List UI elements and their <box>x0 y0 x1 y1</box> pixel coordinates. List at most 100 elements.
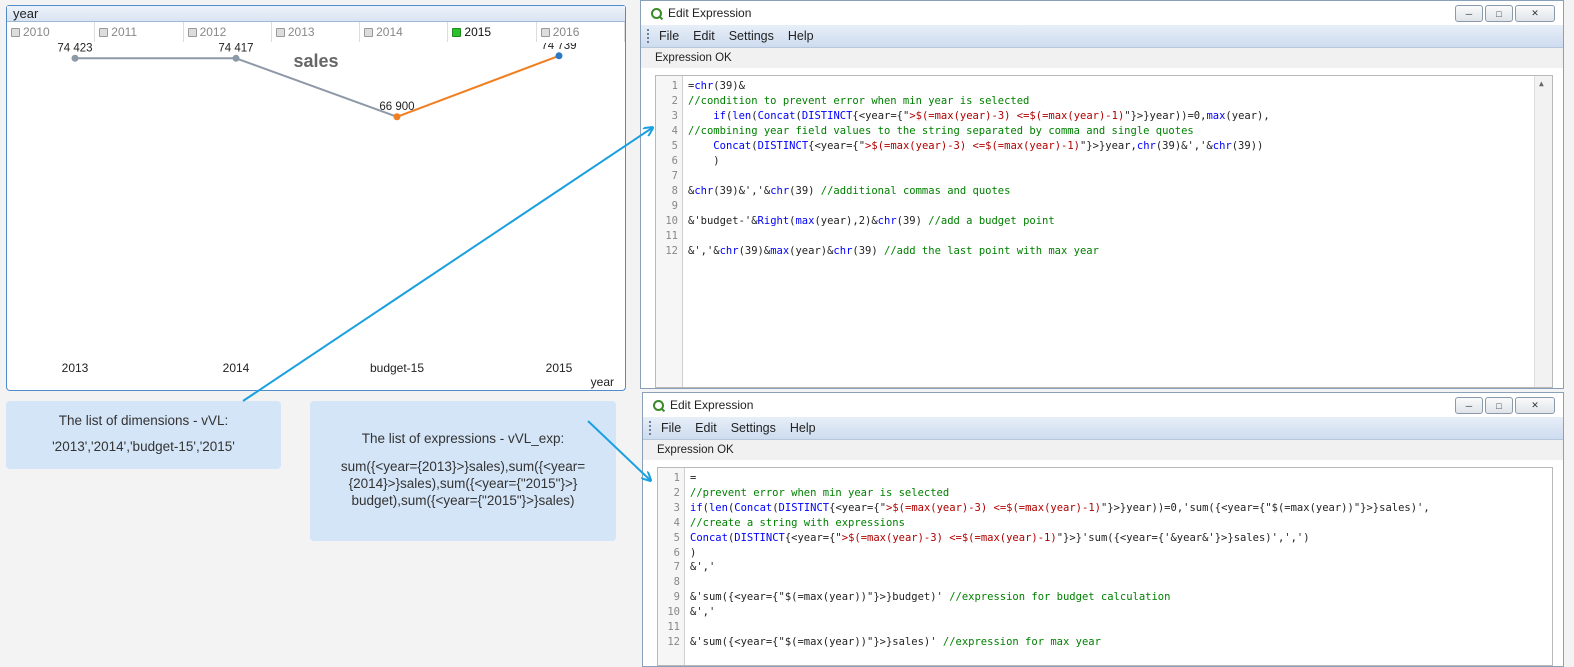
line-number: 12 <box>667 635 680 648</box>
expression-status: Expression OK <box>641 48 1563 68</box>
data-point[interactable] <box>555 52 563 60</box>
code-line: 10 &'budget-'&Right(max(year),2)&chr(39) … <box>656 214 1552 229</box>
line-number: 9 <box>671 200 678 212</box>
vertical-scrollbar[interactable]: ▲ <box>1534 76 1552 387</box>
code-line: 7 <box>656 169 1552 184</box>
code-line: 1 = <box>658 471 1552 486</box>
code-text: Concat(DISTINCT{<year={">$(=max(year)-3)… <box>690 531 1310 544</box>
minimize-button[interactable]: ─ <box>1455 397 1483 414</box>
toolbar-grip-icon <box>647 29 651 43</box>
dimensions-callout: The list of dimensions - vVL: '2013','20… <box>6 401 281 469</box>
expressions-callout-line: sum({<year={2013}>}sales),sum({<year= <box>340 459 586 474</box>
close-button[interactable]: ✕ <box>1515 5 1555 22</box>
x-tick-label: 2013 <box>62 361 89 375</box>
code-text: //create a string with expressions <box>690 516 905 529</box>
data-point[interactable] <box>71 54 79 62</box>
code-line: 9 <box>656 199 1552 214</box>
code-line: 6 ) <box>656 154 1552 169</box>
code-line: 2 //prevent error when min year is select… <box>658 486 1552 501</box>
expression-status: Expression OK <box>643 440 1563 460</box>
maximize-button[interactable]: □ <box>1485 5 1513 22</box>
code-line: 12 &','&chr(39)&max(year)&chr(39) //add t… <box>656 244 1552 259</box>
code-line: 11 <box>656 229 1552 244</box>
selected-indicator-icon <box>452 27 462 37</box>
code-line: 10 &',' <box>658 605 1552 620</box>
code-line: 5 Concat(DISTINCT{<year={">$(=max(year)-3… <box>658 531 1552 546</box>
line-number: 10 <box>665 215 678 227</box>
year-value-2010[interactable]: 2010 <box>7 22 96 42</box>
menu-help[interactable]: Help <box>790 421 816 435</box>
window-title: Edit Expression <box>670 398 754 412</box>
data-label: 74 417 <box>218 43 253 54</box>
code-line: 7 &',' <box>658 560 1552 575</box>
code-line: 8 &chr(39)&','&chr(39) //additional comma… <box>656 184 1552 199</box>
year-values: 2010 2011 2012 2013 2014 2015 2016 <box>7 22 625 42</box>
year-value-2016[interactable]: 2016 <box>537 22 625 42</box>
code-line: 4 //create a string with expressions <box>658 516 1552 531</box>
expression-editor[interactable]: 1 = 2//prevent error when min year is sele… <box>657 467 1553 666</box>
menu-edit[interactable]: Edit <box>693 29 715 43</box>
close-button[interactable]: ✕ <box>1515 397 1555 414</box>
maximize-button[interactable]: □ <box>1485 397 1513 414</box>
line-number: 3 <box>673 501 680 514</box>
unselected-indicator-icon <box>99 27 109 37</box>
year-value-2014[interactable]: 2014 <box>360 22 449 42</box>
expressions-callout-line: budget),sum({<year={"2015"}>}sales) <box>351 493 575 508</box>
dimensions-callout-value: '2013','2014','budget-15','2015' <box>52 439 235 454</box>
dimensions-callout-title: The list of dimensions - vVL: <box>58 413 229 428</box>
year-value-2013[interactable]: 2013 <box>272 22 361 42</box>
line-number: 1 <box>671 80 678 92</box>
edit-expression-window-expressions: Edit Expression ─ □ ✕ File Edit Settings… <box>642 392 1564 667</box>
minimize-button[interactable]: ─ <box>1455 5 1483 22</box>
x-axis-label: year <box>591 375 614 389</box>
menu-settings[interactable]: Settings <box>731 421 776 435</box>
unselected-indicator-icon <box>11 27 20 37</box>
code-text: &','&chr(39)&max(year)&chr(39) //add the… <box>688 245 1099 257</box>
code-text: //condition to prevent error when min ye… <box>688 95 1030 107</box>
menu-file[interactable]: File <box>659 29 679 43</box>
menu-edit[interactable]: Edit <box>695 421 717 435</box>
code-line: 3 if(len(Concat(DISTINCT{<year={">$(=max(… <box>658 501 1552 516</box>
code-text: &'sum({<year={"$(=max(year))"}>}sales)' … <box>690 635 1101 648</box>
window-titlebar[interactable]: Edit Expression ─ □ ✕ <box>641 1 1563 25</box>
line-number: 11 <box>665 230 678 242</box>
year-value-2012[interactable]: 2012 <box>184 22 272 42</box>
edit-expression-window-dimensions: Edit Expression ─ □ ✕ File Edit Settings… <box>640 0 1564 389</box>
data-point[interactable] <box>393 113 401 121</box>
year-listbox: year 2010 2011 2012 2013 2014 2015 2016 <box>6 5 626 45</box>
code-text: Concat(DISTINCT{<year={">$(=max(year)-3)… <box>713 140 1264 152</box>
expressions-callout-line: {2014}>}sales),sum({<year={"2015"}>} <box>348 476 578 491</box>
line-number: 1 <box>673 472 680 484</box>
line-number: 8 <box>673 576 680 589</box>
code-text: &chr(39)&','&chr(39) //additional commas… <box>688 185 1011 197</box>
menu-bar: File Edit Settings Help <box>641 25 1563 48</box>
code-text: &',' <box>690 561 716 574</box>
menu-settings[interactable]: Settings <box>729 29 774 43</box>
year-value-2015[interactable]: 2015 <box>448 22 537 42</box>
line-number: 5 <box>671 140 678 152</box>
data-label: 66 900 <box>379 101 414 113</box>
line-number: 5 <box>673 531 680 544</box>
code-text: &',' <box>690 606 716 619</box>
line-number: 4 <box>671 125 678 137</box>
line-number: 4 <box>673 516 680 529</box>
menu-file[interactable]: File <box>661 421 681 435</box>
expression-editor[interactable]: 1 =chr(39)& 2 //condition to prevent error … <box>655 75 1553 388</box>
code-line: 4 //combining year field values to the st… <box>656 124 1552 139</box>
qlikview-logo-icon <box>653 399 664 411</box>
code-text: if(len(Concat(DISTINCT{<year={">$(=max(y… <box>690 501 1430 514</box>
code-text: if(len(Concat(DISTINCT{<year={">$(=max(y… <box>713 110 1270 122</box>
window-title: Edit Expression <box>668 6 752 20</box>
year-value-2011[interactable]: 2011 <box>95 22 184 42</box>
series-line-segment <box>396 54 560 118</box>
window-titlebar[interactable]: Edit Expression ─ □ ✕ <box>643 393 1563 417</box>
year-value-label: 2016 <box>552 25 580 39</box>
data-point[interactable] <box>232 54 240 62</box>
menu-help[interactable]: Help <box>788 29 814 43</box>
code-text: = <box>690 472 697 484</box>
scroll-up-icon[interactable]: ▲ <box>1539 79 1544 88</box>
year-value-label: 2014 <box>376 25 403 39</box>
qlikview-logo-icon <box>651 7 662 19</box>
line-number: 12 <box>665 245 678 257</box>
code-line: 12 &'sum({<year={"$(=max(year))"}>}sales)… <box>658 635 1552 650</box>
